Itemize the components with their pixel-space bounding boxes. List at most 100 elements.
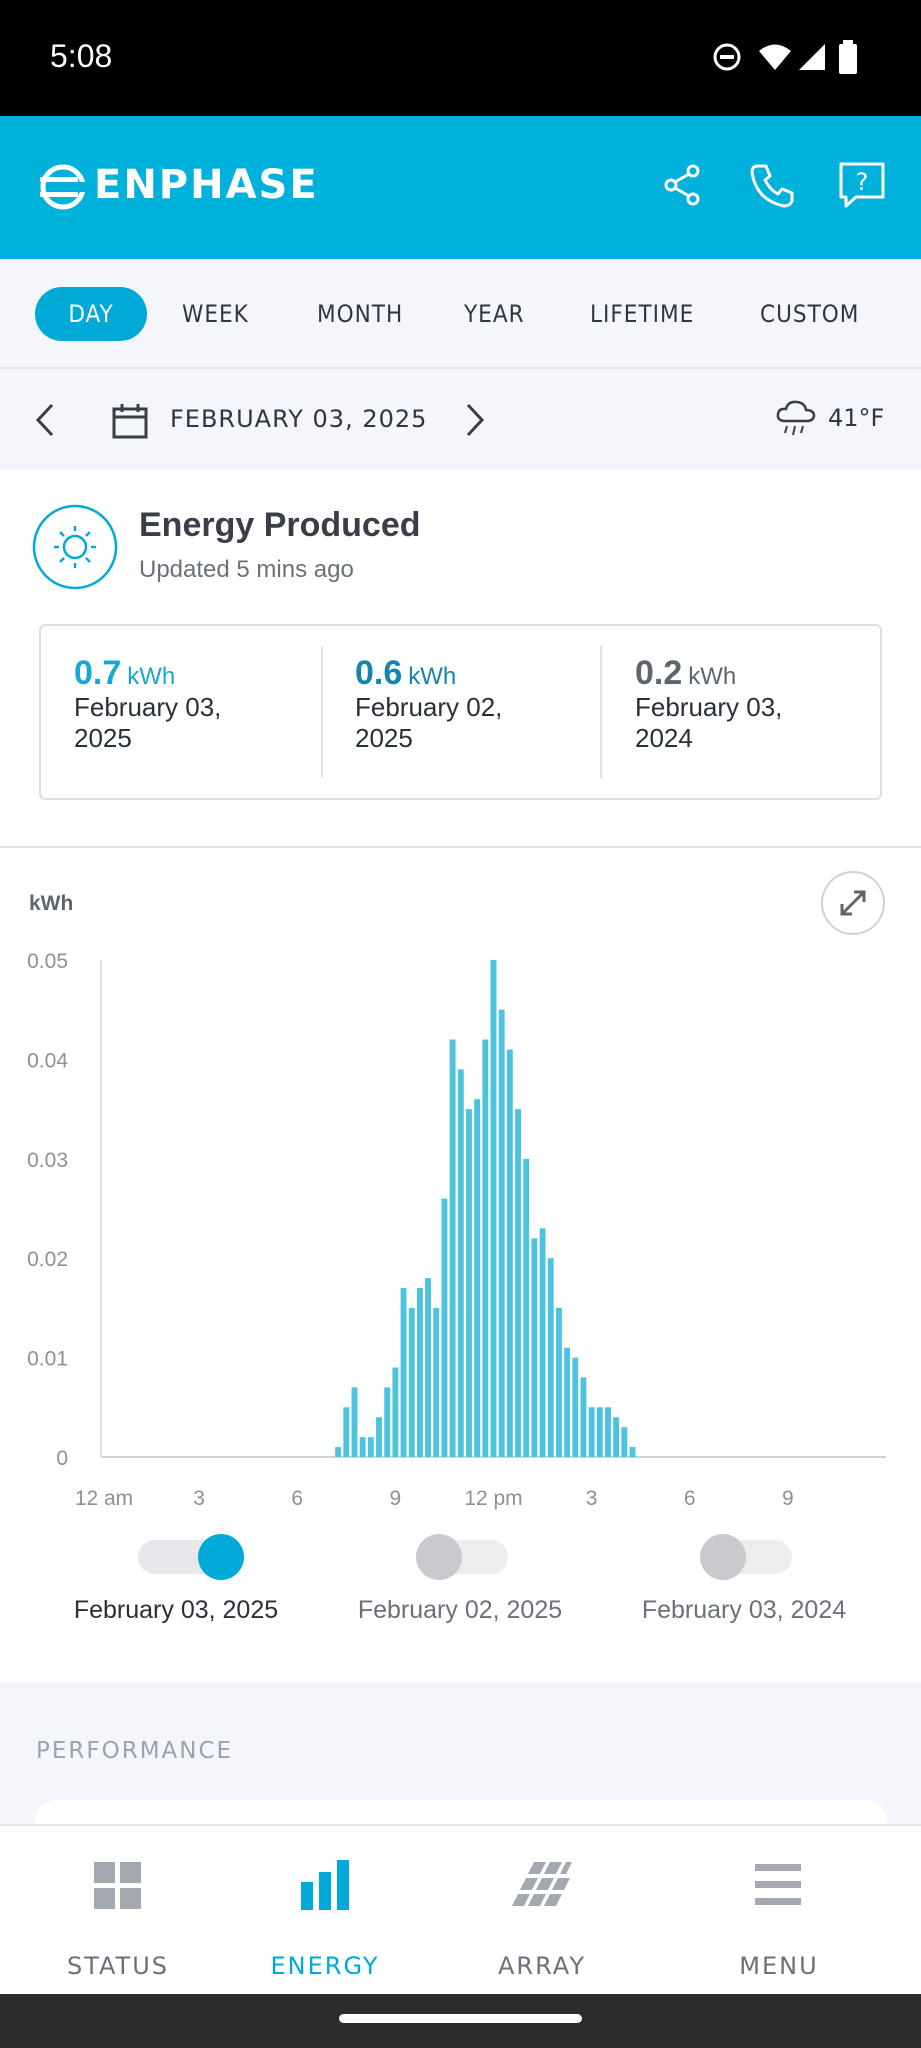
energy-bar[interactable] — [466, 1109, 472, 1457]
menu-icon — [755, 1864, 801, 1905]
wifi-icon — [759, 44, 791, 70]
x-tick-label: 3 — [586, 1487, 598, 1510]
energy-bar[interactable] — [343, 1407, 350, 1457]
energy-bar[interactable] — [384, 1387, 391, 1457]
performance-label: PERFORMANCE — [36, 1738, 234, 1764]
energy-bar[interactable] — [408, 1307, 415, 1457]
energy-bar[interactable] — [474, 1099, 481, 1457]
nav-label: MENU — [739, 1952, 819, 1980]
energy-bar[interactable] — [416, 1288, 423, 1457]
battery-icon — [839, 40, 857, 74]
comparison-date-line1: February 02, — [355, 692, 503, 722]
y-tick-label: 0.05 — [27, 950, 68, 973]
enphase-logo-icon — [40, 164, 86, 210]
energy-bar[interactable] — [425, 1278, 432, 1457]
comparison-previous-day: 0.6 kWh February 02, 2025 — [355, 656, 595, 754]
energy-bar[interactable] — [441, 1198, 448, 1457]
comparison-value: 0.2 — [635, 654, 683, 692]
legend-label: February 02, 2025 — [357, 1596, 563, 1624]
energy-bar[interactable] — [547, 1258, 554, 1457]
status-time: 5:08 — [50, 38, 113, 74]
comparison-box: 0.7 kWh February 03, 2025 0.6 kWh February… — [39, 624, 882, 800]
tab-month[interactable]: MONTH — [317, 287, 403, 341]
chevron-left-icon[interactable] — [34, 403, 56, 437]
comparison-date-line1: February 03, — [74, 692, 222, 722]
home-indicator[interactable] — [339, 2014, 582, 2023]
legend-label: February 03, 2024 — [641, 1596, 847, 1624]
energy-bar[interactable] — [490, 960, 497, 1457]
x-tick-label: 12 am — [75, 1487, 133, 1510]
performance-section: PERFORMANCE — [0, 1682, 921, 1840]
energy-bar[interactable] — [498, 1009, 505, 1457]
tab-custom[interactable]: CUSTOM — [760, 287, 859, 341]
bar-chart-icon — [301, 1860, 349, 1910]
energy-bar[interactable] — [629, 1447, 636, 1457]
comparison-date-line1: February 03, — [635, 692, 783, 722]
energy-bar[interactable] — [376, 1417, 382, 1457]
energy-bar[interactable] — [392, 1367, 399, 1457]
selected-date[interactable]: FEBRUARY 03, 2025 — [170, 405, 427, 433]
energy-bar[interactable] — [580, 1377, 587, 1457]
energy-bar[interactable] — [515, 1109, 521, 1457]
energy-bar[interactable] — [572, 1357, 579, 1457]
energy-bar[interactable] — [351, 1387, 358, 1457]
nav-label: STATUS — [66, 1952, 170, 1980]
energy-bar[interactable] — [605, 1407, 611, 1457]
comparison-value: 0.6 — [355, 654, 403, 692]
do-not-disturb-icon — [713, 43, 741, 71]
toggle-knob[interactable] — [700, 1534, 746, 1580]
comparison-unit: kWh — [408, 663, 457, 690]
comparison-unit: kWh — [688, 663, 737, 690]
energy-bar[interactable] — [359, 1437, 366, 1457]
brand-name: ENPHASE — [94, 162, 319, 208]
energy-bar[interactable] — [523, 1158, 530, 1457]
energy-bar[interactable] — [433, 1307, 440, 1457]
energy-bar-chart: 0.05 0.04 0.03 0.02 0.01 0 12 am 3 6 9 12 pm 3 6 9 — [27, 950, 886, 1510]
energy-bar[interactable] — [335, 1447, 342, 1457]
share-icon[interactable] — [662, 163, 702, 207]
date-bar: FEBRUARY 03, 2025 41°F — [0, 369, 921, 470]
system-nav-bar — [0, 1994, 921, 2048]
toggle-knob[interactable] — [198, 1534, 244, 1580]
tab-lifetime[interactable]: LIFETIME — [590, 287, 694, 341]
x-tick-label: 9 — [390, 1487, 402, 1510]
energy-bar[interactable] — [400, 1288, 407, 1457]
y-tick-label: 0.02 — [27, 1248, 68, 1271]
x-tick-label: 12 pm — [464, 1487, 522, 1510]
phone-icon[interactable] — [750, 162, 796, 208]
energy-bar[interactable] — [621, 1427, 628, 1457]
weather-temp: 41°F — [828, 404, 885, 432]
energy-bar[interactable] — [539, 1228, 546, 1457]
comparison-date-line2: 2024 — [635, 723, 693, 753]
calendar-icon[interactable] — [112, 403, 148, 439]
energy-bar[interactable] — [506, 1049, 513, 1457]
x-tick-label: 9 — [782, 1487, 794, 1510]
energy-bar[interactable] — [457, 1069, 464, 1457]
divider — [600, 646, 602, 778]
energy-bar[interactable] — [613, 1417, 620, 1457]
comparison-value: 0.7 — [74, 654, 122, 692]
tab-week[interactable]: WEEK — [182, 287, 249, 341]
energy-bar[interactable] — [564, 1347, 571, 1457]
comparison-current: 0.7 kWh February 03, 2025 — [74, 656, 314, 754]
energy-bar[interactable] — [555, 1307, 562, 1457]
energy-bar[interactable] — [531, 1238, 538, 1457]
energy-bar[interactable] — [588, 1407, 595, 1457]
energy-bar[interactable] — [367, 1437, 374, 1457]
rain-cloud-icon — [776, 400, 816, 436]
divider — [321, 646, 323, 778]
energy-bar[interactable] — [482, 1039, 489, 1457]
tab-day[interactable]: DAY — [35, 287, 147, 341]
toggle-knob[interactable] — [416, 1534, 462, 1580]
chevron-right-icon[interactable] — [464, 403, 486, 437]
energy-bar[interactable] — [449, 1039, 456, 1457]
nav-label: ARRAY — [497, 1952, 586, 1980]
comparison-date-line2: 2025 — [74, 723, 132, 753]
period-tabs: DAY WEEK MONTH YEAR LIFETIME CUSTOM — [0, 259, 921, 369]
array-icon — [512, 1862, 572, 1906]
status-bar: 5:08 — [0, 0, 921, 116]
tab-year[interactable]: YEAR — [464, 287, 525, 341]
summary-updated: Updated 5 mins ago — [139, 556, 354, 583]
energy-bar[interactable] — [596, 1407, 603, 1457]
help-icon[interactable]: ? — [838, 161, 886, 209]
